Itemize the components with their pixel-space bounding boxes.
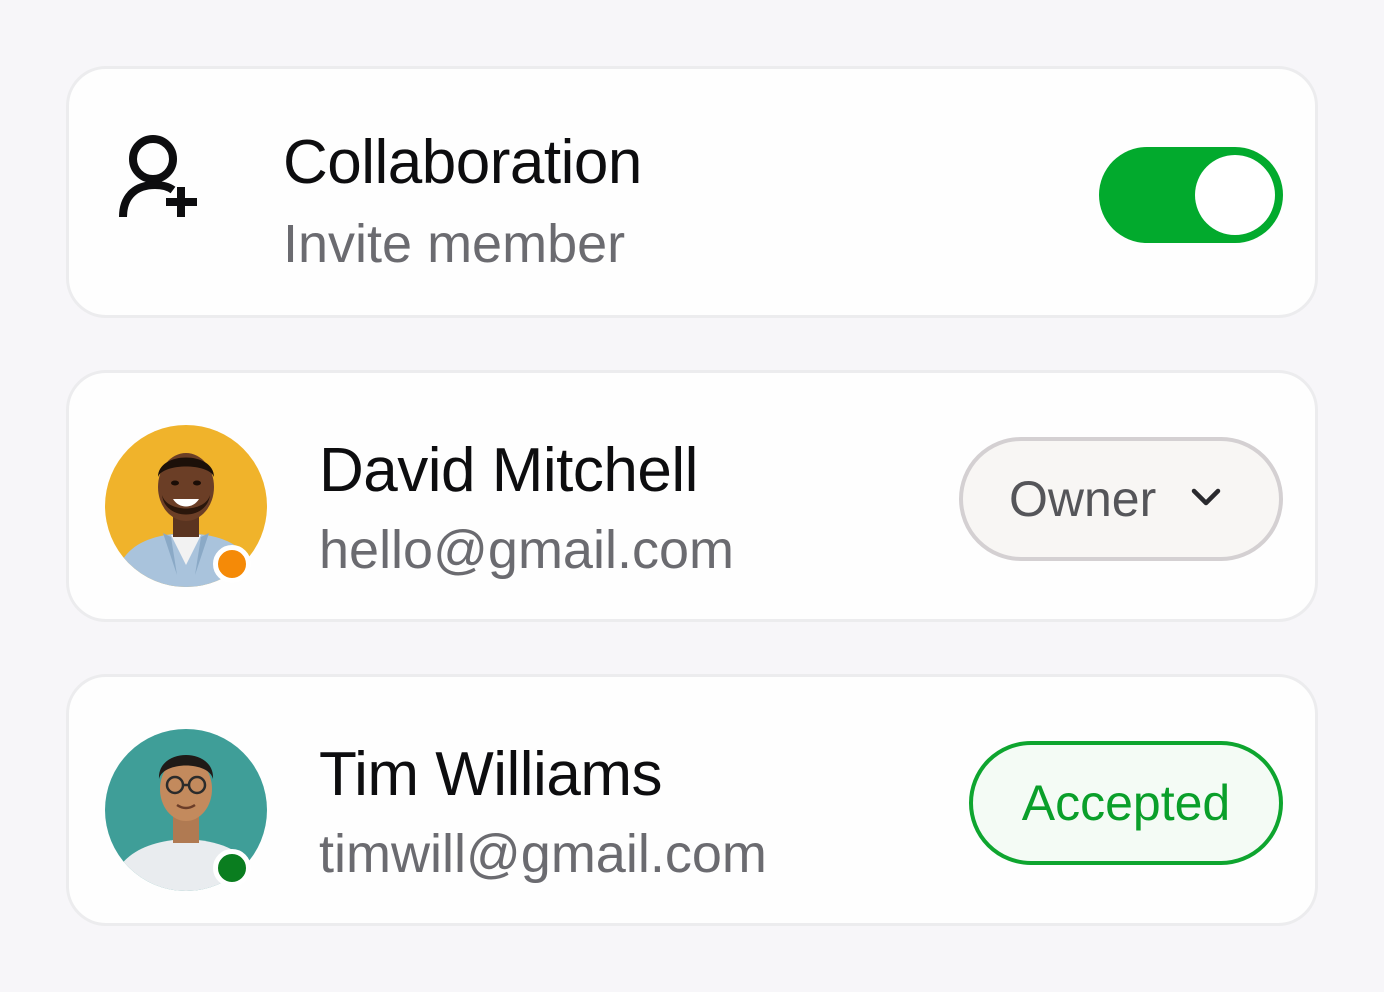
member-email: timwill@gmail.com bbox=[319, 824, 767, 884]
accepted-status-badge: Accepted bbox=[969, 741, 1283, 865]
member-card-tim: Tim Williams timwill@gmail.com Accepted bbox=[66, 674, 1318, 926]
status-indicator-away bbox=[213, 545, 251, 583]
member-name: Tim Williams bbox=[319, 740, 662, 809]
member-name: David Mitchell bbox=[319, 436, 698, 505]
collaboration-card: Collaboration Invite member bbox=[66, 66, 1318, 318]
status-indicator-online bbox=[213, 849, 251, 887]
role-dropdown[interactable]: Owner bbox=[959, 437, 1283, 561]
collaboration-subtitle: Invite member bbox=[283, 214, 626, 274]
collaboration-title: Collaboration bbox=[283, 128, 642, 197]
user-plus-icon bbox=[119, 135, 197, 218]
member-email: hello@gmail.com bbox=[319, 520, 734, 580]
chevron-down-icon bbox=[1191, 488, 1221, 506]
member-card-david: David Mitchell hello@gmail.com Owner bbox=[66, 370, 1318, 622]
collaboration-toggle[interactable] bbox=[1099, 147, 1283, 243]
status-label: Accepted bbox=[1021, 775, 1231, 831]
role-label: Owner bbox=[1009, 471, 1157, 527]
toggle-knob bbox=[1195, 155, 1275, 235]
